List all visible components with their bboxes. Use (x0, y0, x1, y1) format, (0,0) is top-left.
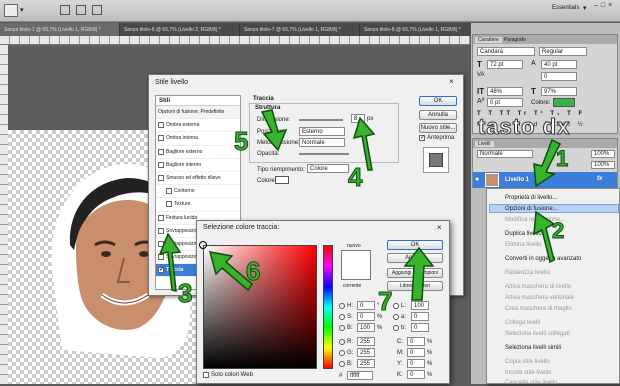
annotation-arrows (158, 109, 562, 301)
annotation-number-2: 2 (551, 218, 565, 244)
annotation-number-7: 7 (377, 286, 393, 317)
annotation-number-3: 3 (177, 278, 193, 309)
annotation-number-5: 5 (233, 126, 249, 157)
annotation-number-4: 4 (347, 162, 363, 193)
annotation-number-6: 6 (245, 256, 261, 287)
annotation-number-1: 1 (555, 146, 569, 172)
